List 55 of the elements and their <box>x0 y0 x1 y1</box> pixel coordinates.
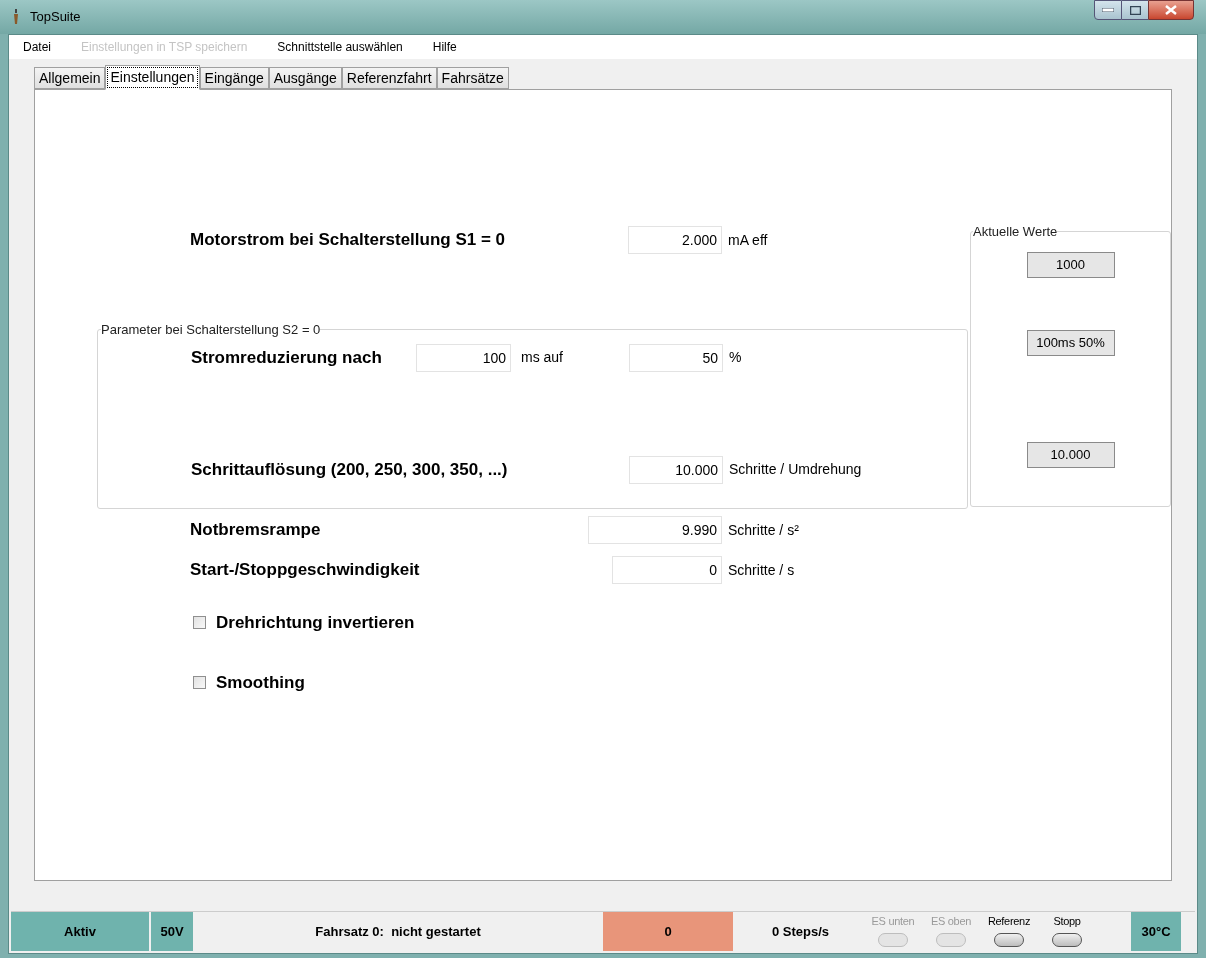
tab[interactable]: Referenzfahrt <box>341 67 437 89</box>
field-label: Schrittauflösung (200, 250, 300, 350, ...) <box>191 458 509 481</box>
delay-field[interactable]: 100 <box>416 343 511 372</box>
status-cell: 30°C <box>1131 912 1181 951</box>
status-cell-text: Fahrsatz 0: nicht gestartet <box>314 922 482 941</box>
checkbox[interactable] <box>193 616 206 630</box>
tab[interactable]: Eingänge <box>199 67 269 89</box>
status-cell: 0 <box>603 912 733 951</box>
menu-item[interactable]: Datei <box>23 38 51 56</box>
tab[interactable]: Allgemein <box>34 67 106 89</box>
field-label: Notbremsrampe <box>190 519 322 542</box>
indicator-button[interactable] <box>1052 932 1082 947</box>
menu-item[interactable]: Hilfe <box>432 38 457 56</box>
minimize-icon <box>1102 8 1114 12</box>
brake-ramp-field[interactable]: 9.990 <box>588 516 722 544</box>
checkbox-label: Drehrichtung invertieren <box>216 612 415 634</box>
menu-item[interactable]: Schnittstelle auswählen <box>277 38 403 56</box>
close-button[interactable] <box>1148 0 1194 20</box>
group-title: Aktuelle Werte <box>973 223 1058 241</box>
indicator-label: Stopp <box>1053 914 1081 929</box>
resolution-field[interactable]: 10.000 <box>629 455 723 484</box>
status-cell-text: 0 Steps/s <box>770 922 831 941</box>
close-icon <box>1165 5 1177 15</box>
field-label: Start-/Stoppgeschwindigkeit <box>190 559 421 582</box>
field-label: Stromreduzierung nach <box>191 346 383 369</box>
unit-label: Schritte / s <box>728 560 795 580</box>
tab[interactable]: Einstellungen <box>105 65 200 90</box>
value-display: 100ms 50% <box>1026 329 1115 356</box>
maximize-icon <box>1129 5 1141 15</box>
percent-field[interactable]: 50 <box>629 343 723 372</box>
unit-label: ms auf <box>520 348 564 367</box>
tab[interactable]: Fahrsätze <box>436 67 509 89</box>
indicator-button[interactable] <box>994 932 1024 947</box>
group-title: Parameter bei Schalterstellung S2 = 0 <box>101 321 321 339</box>
unit-label: Schritte / Umdrehung <box>729 460 862 479</box>
minimize-button[interactable] <box>1094 0 1122 20</box>
status-cell: 50V <box>151 912 193 951</box>
unit-label: mA eff <box>728 230 768 250</box>
app-icon <box>12 9 20 25</box>
checkbox[interactable] <box>193 675 206 689</box>
indicator-label: Referenz <box>987 914 1031 929</box>
value-display: 1000 <box>1026 251 1115 278</box>
unit-label: Schritte / s² <box>728 520 799 540</box>
speed-field[interactable]: 0 <box>612 556 722 584</box>
checkbox-label: Smoothing <box>216 671 305 694</box>
window-title: TopSuite <box>30 8 81 27</box>
status-cell: Aktiv <box>11 912 149 951</box>
maximize-button[interactable] <box>1122 0 1148 20</box>
indicator-label: ES unten <box>871 914 915 929</box>
value-display: 10.000 <box>1026 441 1115 468</box>
unit-label: % <box>729 348 742 367</box>
field-label: Motorstrom bei Schalterstellung S1 = 0 <box>190 229 507 252</box>
indicator-label: ES oben <box>930 914 972 929</box>
tab[interactable]: Ausgänge <box>268 67 342 89</box>
current-field[interactable]: 2.000 <box>628 226 722 254</box>
